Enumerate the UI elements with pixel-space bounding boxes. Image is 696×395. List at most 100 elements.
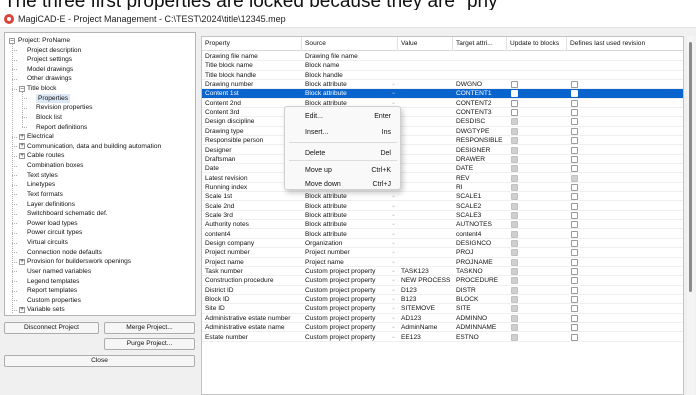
chevron-down-icon[interactable]: ⌄ [388, 304, 399, 313]
tree-item-connection-node-defaults[interactable]: Connection node defaults [27, 248, 102, 257]
expand-icon[interactable]: + [19, 152, 25, 159]
defines-last-used-revision-checkbox[interactable] [571, 277, 578, 285]
table-row[interactable]: Drawing typeBlock attributeDWGTYPE⌄ [202, 127, 683, 136]
tree-item-text-formats[interactable]: Text formats [27, 190, 63, 199]
table-row[interactable]: Content 3rdBlock attributeCONTENT3⌄ [202, 108, 683, 118]
table-row[interactable]: Project name Project name PROJNAME ⌄ [202, 258, 683, 267]
chevron-down-icon[interactable]: ⌄ [388, 248, 399, 257]
tree-item-user-named-variables[interactable]: User named variables [27, 267, 91, 276]
defines-last-used-revision-checkbox[interactable] [571, 268, 578, 276]
menu-item-delete[interactable]: Delete Del [285, 147, 402, 160]
tree-item-project-proname[interactable]: Project: ProName [18, 36, 70, 45]
properties-grid[interactable]: Property Source Value Target attri... Update… [201, 36, 684, 395]
defines-last-used-revision-checkbox[interactable] [571, 296, 578, 304]
menu-item-insert[interactable]: Insert... Ins [285, 126, 402, 139]
tree-item-block-list[interactable]: Block list [36, 113, 62, 122]
table-row[interactable]: Running indexBlock attributeRI⌄ [202, 183, 683, 193]
table-row[interactable]: Content 2nd Block attribute CONTENT2 ⌄ [202, 99, 683, 108]
tree-item-communication-data-and-building-automation[interactable]: Communication, data and building automat… [27, 142, 161, 151]
tree-item-revision-properties[interactable]: Revision properties [36, 103, 92, 112]
vertical-scrollbar[interactable] [687, 36, 695, 395]
tree-item-report-definitions[interactable]: Report definitions [36, 123, 87, 132]
defines-last-used-revision-checkbox[interactable] [571, 81, 578, 89]
table-row[interactable]: Authority notes Block attribute AUTNOTES ⌄ [202, 220, 683, 230]
defines-last-used-revision-checkbox[interactable] [571, 202, 578, 210]
chevron-down-icon[interactable]: ⌄ [388, 276, 399, 285]
chevron-down-icon[interactable]: ⌄ [388, 314, 399, 323]
column-source[interactable]: Source [302, 37, 398, 51]
chevron-down-icon[interactable]: ⌄ [388, 220, 399, 229]
tree-item-project-settings[interactable]: Project settings [27, 55, 72, 64]
chevron-down-icon[interactable]: ⌄ [388, 80, 399, 89]
table-row[interactable]: Estate number Custom project property EE12… [202, 333, 683, 342]
defines-last-used-revision-checkbox[interactable] [571, 137, 578, 145]
table-row[interactable]: Block ID Custom project property B123 BLOCK… [202, 295, 683, 305]
table-row[interactable]: Drawing number Block attribute DWGNO ⌄ [202, 80, 683, 90]
defines-last-used-revision-checkbox[interactable] [571, 314, 578, 322]
table-row[interactable]: DateBlock attributeDATE⌄ [202, 164, 683, 174]
table-row[interactable]: Project number Project number PROJ ⌄ [202, 248, 683, 258]
update-to-blocks-checkbox[interactable] [511, 109, 518, 117]
tree-item-power-load-types[interactable]: Power load types [27, 219, 78, 228]
chevron-down-icon[interactable]: ⌄ [388, 202, 399, 211]
defines-last-used-revision-checkbox[interactable] [571, 211, 578, 219]
chevron-down-icon[interactable]: ⌄ [388, 295, 399, 304]
defines-last-used-revision-checkbox[interactable] [571, 221, 578, 229]
table-row[interactable]: District ID Custom project property D123 DI… [202, 286, 683, 295]
column-value[interactable]: Value [398, 37, 453, 51]
table-row[interactable]: Title block handle Block handle [202, 71, 683, 80]
table-row[interactable]: Scale 1st Block attribute SCALE1 ⌄ [202, 192, 683, 202]
column-target-attribute[interactable]: Target attri... [453, 37, 507, 51]
defines-last-used-revision-checkbox[interactable] [571, 146, 578, 154]
expand-icon[interactable]: + [19, 306, 25, 313]
scrollbar-thumb[interactable] [689, 42, 692, 292]
table-row[interactable]: Latest revisionBlock attributeREV⌄ [202, 174, 683, 183]
tree-item-properties[interactable]: Properties [36, 93, 71, 103]
table-row[interactable]: Site ID Custom project property SITEMOVE SI… [202, 304, 683, 314]
tree-item-report-templates[interactable]: Report templates [27, 286, 77, 295]
project-tree[interactable]: − Project: ProName Project description Proj… [4, 32, 196, 316]
chevron-down-icon[interactable]: ⌄ [388, 211, 399, 220]
chevron-down-icon[interactable]: ⌄ [388, 333, 399, 342]
menu-item-edit[interactable]: Edit... Enter [285, 110, 402, 123]
purge-project-button[interactable]: Purge Project... [104, 338, 195, 350]
column-defines-last-used-revision[interactable]: Defines last used revision [567, 37, 683, 51]
collapse-icon[interactable]: − [9, 37, 15, 44]
defines-last-used-revision-checkbox[interactable] [571, 240, 578, 247]
table-row[interactable]: DraftsmanBlock attributeDRAWER⌄ [202, 155, 683, 165]
defines-last-used-revision-checkbox[interactable] [571, 109, 578, 117]
defines-last-used-revision-checkbox[interactable] [571, 305, 578, 313]
table-row[interactable]: Design company Organization DESIGNCO ⌄ [202, 239, 683, 249]
defines-last-used-revision-checkbox[interactable] [571, 118, 578, 126]
tree-item-variable-sets[interactable]: Variable sets [27, 305, 65, 314]
defines-last-used-revision-checkbox[interactable] [571, 155, 578, 163]
update-to-blocks-checkbox[interactable] [511, 99, 518, 107]
chevron-down-icon[interactable]: ⌄ [388, 230, 399, 239]
tree-item-layer-definitions[interactable]: Layer definitions [27, 200, 75, 209]
table-row[interactable]: Design disciplineBlock attributeDESDISC⌄ [202, 117, 683, 127]
defines-last-used-revision-checkbox[interactable] [571, 193, 578, 201]
expand-icon[interactable]: + [19, 258, 25, 265]
defines-last-used-revision-checkbox[interactable] [571, 99, 578, 107]
table-row[interactable]: Title block name Block name [202, 61, 683, 71]
collapse-icon[interactable]: − [19, 85, 25, 92]
update-to-blocks-checkbox[interactable] [511, 81, 518, 89]
tree-item-title-block[interactable]: Title block [27, 84, 56, 93]
update-to-blocks-checkbox[interactable] [511, 90, 518, 98]
defines-last-used-revision-checkbox[interactable] [571, 324, 578, 332]
table-row[interactable]: Construction procedure Custom project pro… [202, 276, 683, 286]
defines-last-used-revision-checkbox[interactable] [571, 165, 578, 173]
table-row[interactable]: Administrative estate name Custom project… [202, 323, 683, 333]
chevron-down-icon[interactable]: ⌄ [388, 192, 399, 201]
menu-item-move-down[interactable]: Move down Ctrl+J [285, 178, 402, 191]
table-row[interactable]: Responsible personBlock attributeRESPONS… [202, 136, 683, 146]
table-row[interactable]: DesignerBlock attributeDESIGNER⌄ [202, 146, 683, 155]
disconnect-project-button[interactable]: Disconnect Project [4, 322, 99, 334]
expand-icon[interactable]: + [19, 133, 25, 140]
defines-last-used-revision-checkbox[interactable] [571, 249, 578, 257]
tree-item-other-drawings[interactable]: Other drawings [27, 74, 72, 83]
tree-item-switchboard-schematic-def[interactable]: Switchboard schematic def. [27, 209, 108, 218]
defines-last-used-revision-checkbox[interactable] [571, 333, 578, 341]
tree-item-electrical[interactable]: Electrical [27, 132, 54, 141]
defines-last-used-revision-checkbox[interactable] [571, 183, 578, 191]
